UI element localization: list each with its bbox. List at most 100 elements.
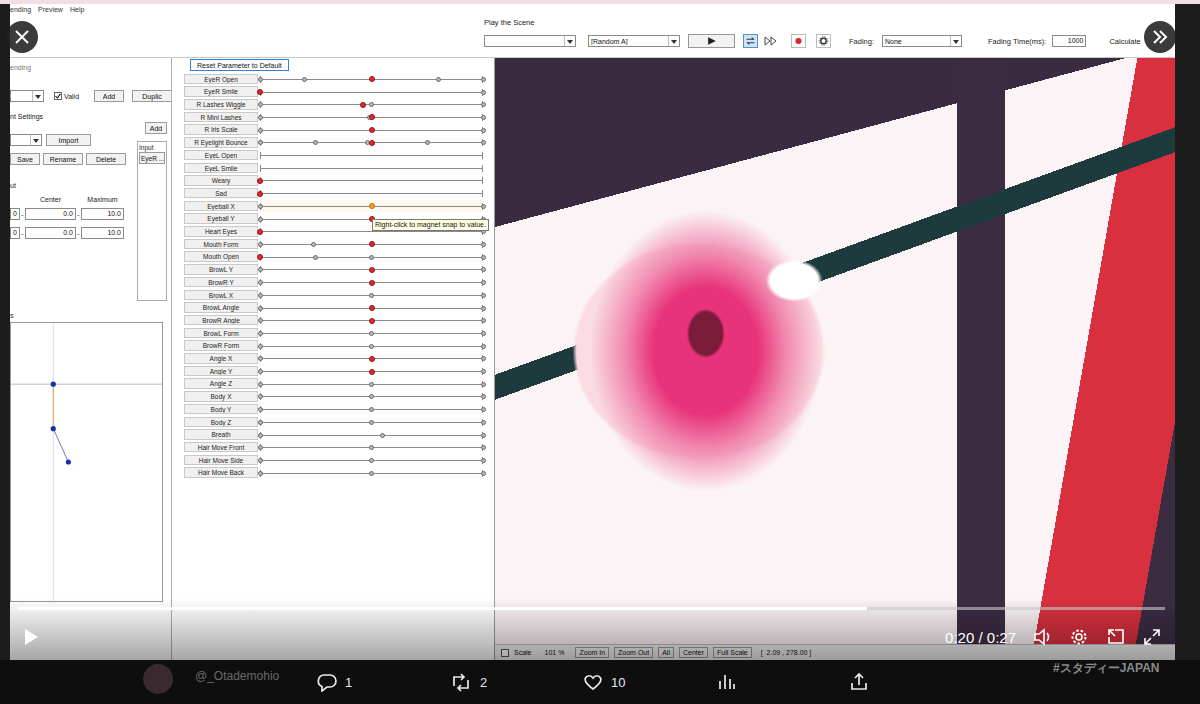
menu-item[interactable]: Help xyxy=(70,6,84,13)
parameter-track[interactable] xyxy=(260,111,483,123)
parameter-track[interactable] xyxy=(260,441,483,453)
blend-graph[interactable] xyxy=(10,322,163,602)
share-button[interactable] xyxy=(842,672,975,692)
parameter-track[interactable] xyxy=(260,454,483,466)
parameter-track[interactable] xyxy=(260,302,483,314)
menu-item[interactable]: ending xyxy=(10,6,31,13)
keyframe-dot xyxy=(258,217,263,222)
parameter-track[interactable] xyxy=(260,200,483,212)
min-field[interactable]: 0 xyxy=(10,208,20,220)
min-field[interactable]: 0 xyxy=(10,227,20,239)
parameter-track[interactable] xyxy=(260,340,483,352)
parameter-track[interactable] xyxy=(260,403,483,415)
value-marker[interactable] xyxy=(369,76,375,82)
parameter-track[interactable] xyxy=(260,187,483,199)
dropdown-arrow-icon[interactable] xyxy=(564,36,575,46)
parameter-track[interactable] xyxy=(260,124,483,136)
dropdown-arrow-icon[interactable] xyxy=(668,36,679,46)
valid-checkbox[interactable] xyxy=(54,92,62,100)
parameter-track[interactable] xyxy=(260,467,483,479)
menu-item[interactable]: Preview xyxy=(38,6,63,13)
value-marker[interactable] xyxy=(369,203,375,209)
save-button[interactable]: Save xyxy=(10,153,40,165)
value-marker[interactable] xyxy=(360,102,366,108)
keyframe-dot xyxy=(481,267,486,272)
delete-button[interactable]: Delete xyxy=(86,153,126,165)
value-marker[interactable] xyxy=(369,241,375,247)
parameter-track[interactable] xyxy=(260,98,483,110)
play-scene-icon[interactable] xyxy=(688,34,735,48)
icon-shape xyxy=(765,37,776,45)
reply-button[interactable]: 1 xyxy=(310,672,443,692)
rename-button[interactable]: Rename xyxy=(43,153,83,165)
value-marker[interactable] xyxy=(369,318,375,324)
parameter-track[interactable] xyxy=(260,327,483,339)
parameter-track[interactable] xyxy=(260,174,483,186)
max-field[interactable]: 10.0 xyxy=(81,227,124,239)
dropdown-arrow-icon[interactable] xyxy=(30,135,41,145)
settings-gear-icon[interactable] xyxy=(1070,627,1088,647)
play-icon[interactable] xyxy=(22,628,40,646)
scene-select[interactable] xyxy=(484,35,576,47)
preset-select[interactable]: [Random A] xyxy=(588,35,680,47)
parameter-track[interactable] xyxy=(260,86,483,98)
blend-select[interactable] xyxy=(10,90,44,102)
parameter-track[interactable] xyxy=(260,352,483,364)
like-button[interactable]: 10 xyxy=(576,672,709,692)
value-marker[interactable] xyxy=(257,178,263,184)
parameter-track[interactable] xyxy=(260,378,483,390)
fullscreen-icon[interactable] xyxy=(1143,627,1161,647)
parameter-track[interactable] xyxy=(260,390,483,402)
value-marker[interactable] xyxy=(369,140,375,146)
value-marker[interactable] xyxy=(369,369,375,375)
picture-in-picture-icon[interactable] xyxy=(1107,627,1125,647)
progress-track[interactable] xyxy=(18,607,1165,610)
parameter-track[interactable] xyxy=(260,314,483,326)
input-item[interactable]: EyeR ... xyxy=(139,152,165,164)
gear-icon[interactable] xyxy=(816,34,831,48)
add-input-button[interactable]: Add xyxy=(145,122,167,134)
dropdown-arrow-icon[interactable] xyxy=(32,91,43,101)
parameter-track[interactable] xyxy=(260,136,483,148)
record-icon[interactable] xyxy=(791,34,806,48)
value-marker[interactable] xyxy=(369,267,375,273)
max-field[interactable]: 10.0 xyxy=(81,208,124,220)
parameter-track[interactable] xyxy=(260,251,483,263)
parameter-track[interactable] xyxy=(260,263,483,275)
value-marker[interactable] xyxy=(257,229,263,235)
repost-button[interactable]: 2 xyxy=(443,672,576,692)
parameter-track[interactable] xyxy=(260,429,483,441)
center-field[interactable]: 0.0 xyxy=(25,227,76,239)
reset-parameters-button[interactable]: Reset Parameter to Default xyxy=(190,59,289,71)
parameter-track[interactable] xyxy=(260,289,483,301)
center-field[interactable]: 0.0 xyxy=(25,208,76,220)
import-button[interactable]: Import xyxy=(46,134,91,146)
volume-icon[interactable] xyxy=(1033,627,1051,647)
parameter-track[interactable] xyxy=(260,149,483,161)
parameter-track[interactable] xyxy=(260,238,483,250)
close-icon[interactable] xyxy=(6,21,38,53)
next-icon[interactable] xyxy=(1144,21,1176,53)
setting-select[interactable] xyxy=(10,134,42,146)
value-marker[interactable] xyxy=(257,254,263,260)
parameter-track[interactable] xyxy=(260,365,483,377)
parameter-track[interactable] xyxy=(260,162,483,174)
value-marker[interactable] xyxy=(369,356,375,362)
dropdown-arrow-icon[interactable] xyxy=(950,36,961,46)
duplicate-button[interactable]: Duplic xyxy=(132,90,172,102)
add-button[interactable]: Add xyxy=(94,90,124,102)
value-marker[interactable] xyxy=(257,89,263,95)
parameter-track[interactable] xyxy=(260,416,483,428)
fading-select[interactable]: None xyxy=(882,35,962,47)
value-marker[interactable] xyxy=(257,191,263,197)
calculate-button[interactable]: Calculate xyxy=(1109,37,1140,46)
value-marker[interactable] xyxy=(369,305,375,311)
parameter-track[interactable] xyxy=(260,276,483,288)
loop-icon[interactable] xyxy=(743,34,758,48)
parameter-track[interactable] xyxy=(260,73,483,85)
fading-time-field[interactable]: 1000 xyxy=(1052,35,1086,47)
views-button[interactable] xyxy=(709,672,842,692)
value-marker[interactable] xyxy=(369,127,375,133)
skip-icon[interactable] xyxy=(763,34,778,48)
value-marker[interactable] xyxy=(369,280,375,286)
